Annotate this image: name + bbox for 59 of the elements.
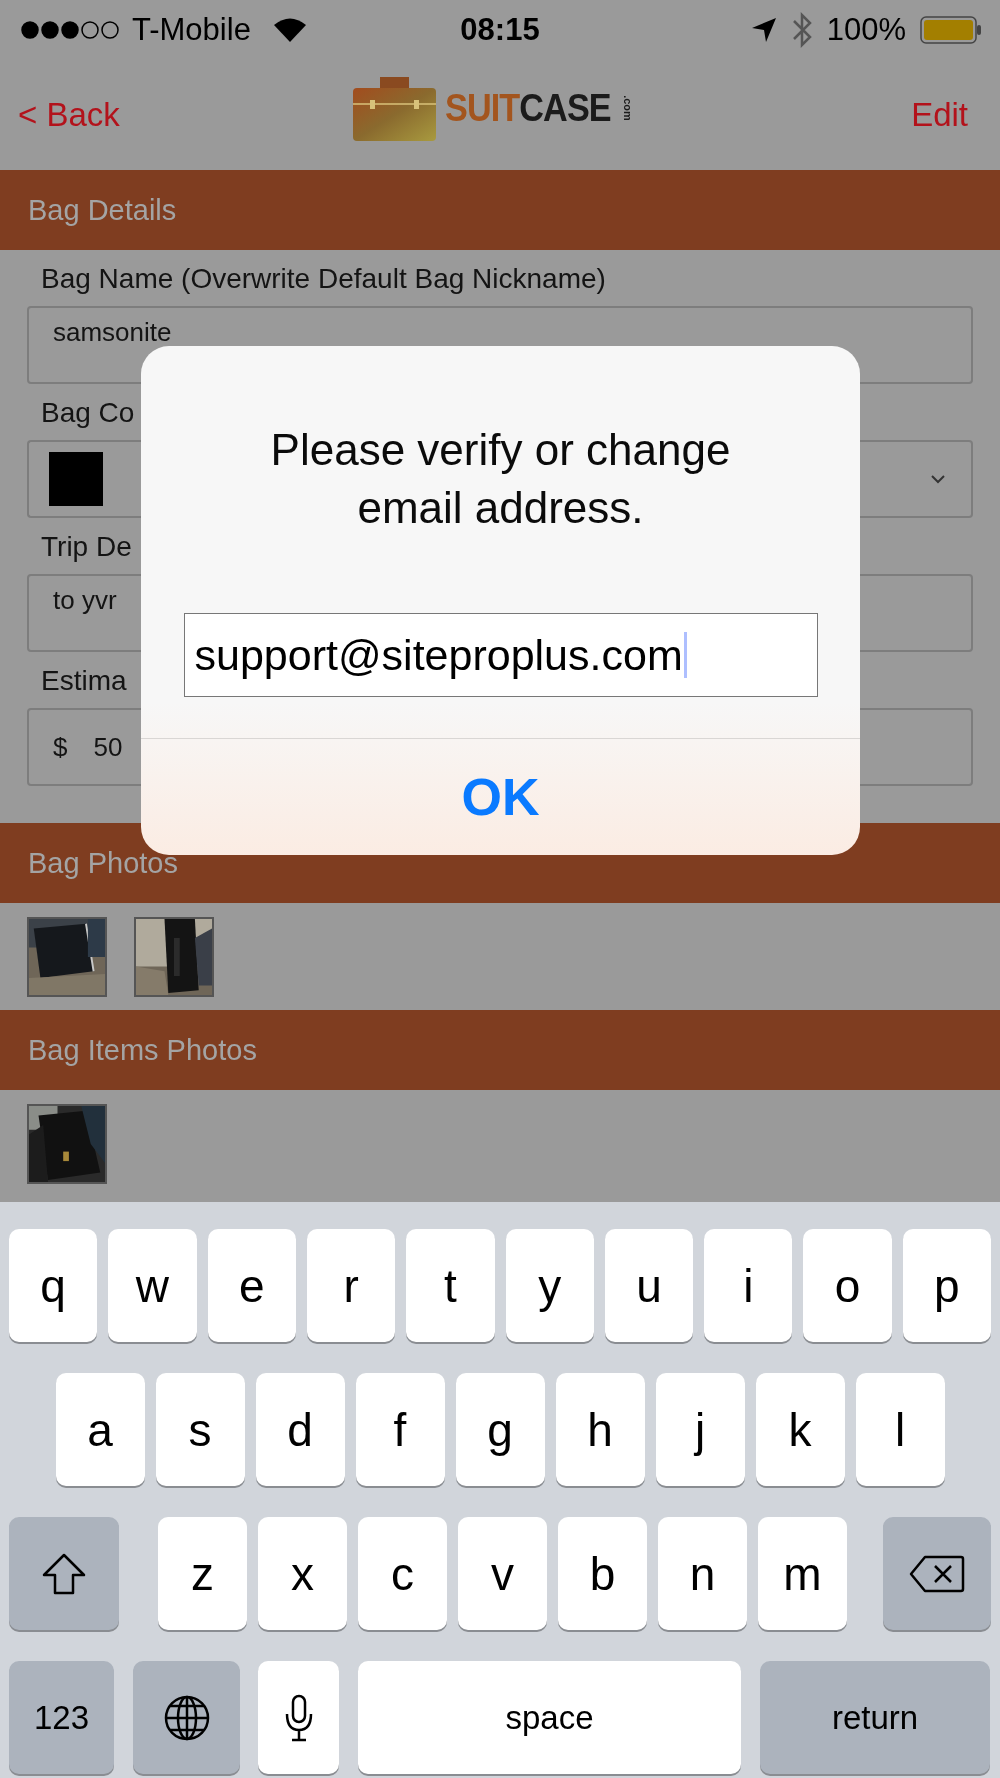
- letter-key[interactable]: k: [755, 1373, 845, 1486]
- letter-key[interactable]: n: [658, 1517, 747, 1630]
- location-arrow-icon: [750, 17, 777, 43]
- letter-key[interactable]: c: [358, 1517, 447, 1630]
- carrier-name: T-Mobile: [132, 12, 251, 48]
- letter-key[interactable]: s: [155, 1373, 245, 1486]
- suitcase-icon: [352, 74, 437, 142]
- letter-key[interactable]: p: [902, 1229, 991, 1342]
- letter-key[interactable]: f: [355, 1373, 445, 1486]
- field-label: Estima: [40, 664, 127, 698]
- shift-key[interactable]: [9, 1517, 119, 1630]
- letter-key[interactable]: b: [558, 1517, 647, 1630]
- section-header: Bag Details: [0, 170, 1000, 250]
- logo-wordmark: SUITCASE: [445, 86, 611, 130]
- section-header: Bag Items Photos: [0, 1010, 1000, 1090]
- letter-key[interactable]: d: [255, 1373, 345, 1486]
- numbers-key[interactable]: 123: [9, 1661, 114, 1774]
- letter-key[interactable]: x: [258, 1517, 347, 1630]
- bluetooth-icon: [790, 12, 813, 48]
- logo-suffix: .com: [622, 95, 634, 121]
- letter-key[interactable]: l: [855, 1373, 945, 1486]
- globe-icon: [162, 1693, 211, 1742]
- letter-key[interactable]: a: [55, 1373, 145, 1486]
- return-key[interactable]: return: [760, 1661, 990, 1774]
- field-label: Bag Name (Overwrite Default Bag Nickname): [40, 262, 606, 296]
- email-field[interactable]: support@siteproplus.com: [183, 613, 818, 697]
- letter-key[interactable]: z: [158, 1517, 247, 1630]
- letter-key[interactable]: e: [207, 1229, 296, 1342]
- field-label: Trip De: [40, 530, 132, 564]
- field-label: Bag Co: [40, 396, 135, 430]
- letter-key[interactable]: o: [803, 1229, 892, 1342]
- text-cursor: [683, 632, 687, 678]
- wifi-icon: [272, 17, 307, 43]
- backspace-icon: [909, 1554, 965, 1593]
- letter-key[interactable]: q: [9, 1229, 98, 1342]
- select-field[interactable]: [27, 440, 139, 518]
- delete-key[interactable]: [883, 1517, 991, 1630]
- shift-icon: [42, 1552, 86, 1595]
- dialog-message: Please verify or change email address.: [269, 424, 732, 534]
- letter-key[interactable]: t: [406, 1229, 495, 1342]
- signal-icon: [20, 20, 120, 40]
- letter-key[interactable]: r: [306, 1229, 396, 1342]
- letter-key[interactable]: i: [704, 1229, 793, 1342]
- clock: 08:15: [460, 12, 540, 47]
- dictation-key[interactable]: [258, 1661, 339, 1774]
- battery-percentage: 100%: [826, 12, 906, 48]
- letter-key[interactable]: j: [655, 1373, 745, 1486]
- chevron-icon: [931, 474, 945, 484]
- letter-key[interactable]: y: [505, 1229, 594, 1342]
- letter-key[interactable]: g: [455, 1373, 545, 1486]
- letter-key[interactable]: v: [458, 1517, 547, 1630]
- microphone-icon: [283, 1693, 314, 1742]
- space-key[interactable]: space: [358, 1661, 741, 1774]
- letter-key[interactable]: h: [555, 1373, 645, 1486]
- letter-key[interactable]: w: [108, 1229, 197, 1342]
- letter-key[interactable]: u: [604, 1229, 694, 1342]
- letter-key[interactable]: m: [758, 1517, 847, 1630]
- battery-icon: [920, 16, 982, 44]
- globe-key[interactable]: [133, 1661, 240, 1774]
